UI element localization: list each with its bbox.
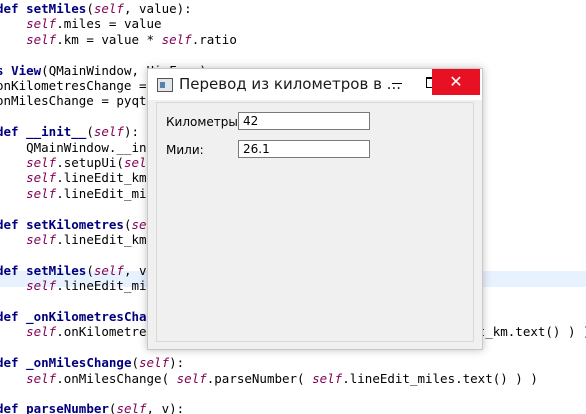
- code-token: self: [139, 355, 170, 371]
- code-token: def: [0, 309, 19, 324]
- miles-label: Мили:: [166, 143, 204, 157]
- code-token: _onMilesChange: [26, 355, 132, 371]
- code-token: .lineEdit_miles.text() ) ): [342, 370, 538, 386]
- code-line: self.miles = value: [0, 16, 162, 32]
- code-token: self: [26, 16, 57, 32]
- code-token: setMiles: [26, 262, 87, 278]
- code-token: def: [0, 124, 19, 140]
- dialog-content: Километры: Мили:: [156, 102, 474, 342]
- code-token: def: [0, 262, 19, 278]
- code-token: self: [116, 401, 147, 414]
- code-token: View: [11, 62, 42, 78]
- code-token: .miles = value: [56, 16, 162, 32]
- code-token: ):: [123, 124, 140, 140]
- converter-dialog: Перевод из километров в ... ✕ Километры:…: [147, 68, 483, 350]
- code-token: .onMilesChange(: [56, 370, 177, 386]
- code-token: .setupUi(: [56, 155, 124, 170]
- code-token: s: [0, 63, 11, 78]
- code-line: def parseNumber(self, v):: [0, 401, 184, 414]
- code-token: self: [26, 155, 57, 170]
- minimize-button[interactable]: [380, 69, 414, 95]
- code-token: self: [161, 31, 192, 47]
- minimize-icon: [392, 82, 402, 84]
- app-window-icon: [157, 78, 173, 92]
- code-token: def: [0, 401, 19, 414]
- code-token: (: [86, 124, 94, 140]
- code-token: def: [0, 1, 19, 16]
- code-token: .km = value *: [56, 31, 162, 47]
- code-line: def setMiles(self, value):: [0, 1, 192, 17]
- code-token: .parseNumber(: [206, 370, 313, 386]
- code-token: .ratio: [191, 31, 237, 47]
- code-token: parseNumber: [26, 401, 109, 414]
- code-token: self: [26, 278, 57, 294]
- code-line: def __init__(self):: [0, 124, 139, 140]
- close-icon: ✕: [449, 72, 463, 91]
- code-line: self.km = value * self.ratio: [0, 32, 237, 48]
- code-line: def _onMilesChange(self):: [0, 355, 184, 371]
- miles-input[interactable]: [238, 140, 370, 158]
- code-token: self: [93, 1, 124, 16]
- code-token: , value):: [123, 1, 192, 16]
- close-button[interactable]: ✕: [432, 69, 480, 95]
- code-token: (: [86, 262, 94, 278]
- dialog-title: Перевод из километров в ...: [179, 75, 401, 93]
- code-token: self: [26, 370, 57, 386]
- code-token: self: [26, 185, 57, 201]
- code-token: self: [26, 232, 57, 247]
- km-label: Километры:: [166, 115, 242, 129]
- code-token: self: [176, 370, 207, 386]
- dialog-titlebar[interactable]: Перевод из километров в ... ✕: [148, 69, 482, 100]
- code-token: self: [26, 31, 57, 47]
- code-token: self: [26, 170, 57, 186]
- code-line: self.onMilesChange( self.parseNumber( se…: [0, 371, 538, 387]
- code-token: setKilometres: [26, 216, 124, 232]
- code-token: (: [131, 355, 139, 371]
- code-token: , v):: [146, 401, 185, 414]
- code-token: self: [312, 370, 343, 386]
- code-token: self: [93, 262, 124, 278]
- code-token: self: [93, 124, 124, 140]
- code-token: (: [86, 1, 94, 16]
- code-token: ):: [169, 355, 185, 371]
- code-line: self.setupUi(self): [0, 155, 161, 171]
- code-token: setMiles: [26, 1, 87, 16]
- code-token: def: [0, 216, 19, 232]
- code-token: self: [26, 324, 57, 340]
- code-token: __init__: [26, 124, 87, 140]
- code-token: def: [0, 355, 19, 371]
- km-input[interactable]: [238, 112, 370, 130]
